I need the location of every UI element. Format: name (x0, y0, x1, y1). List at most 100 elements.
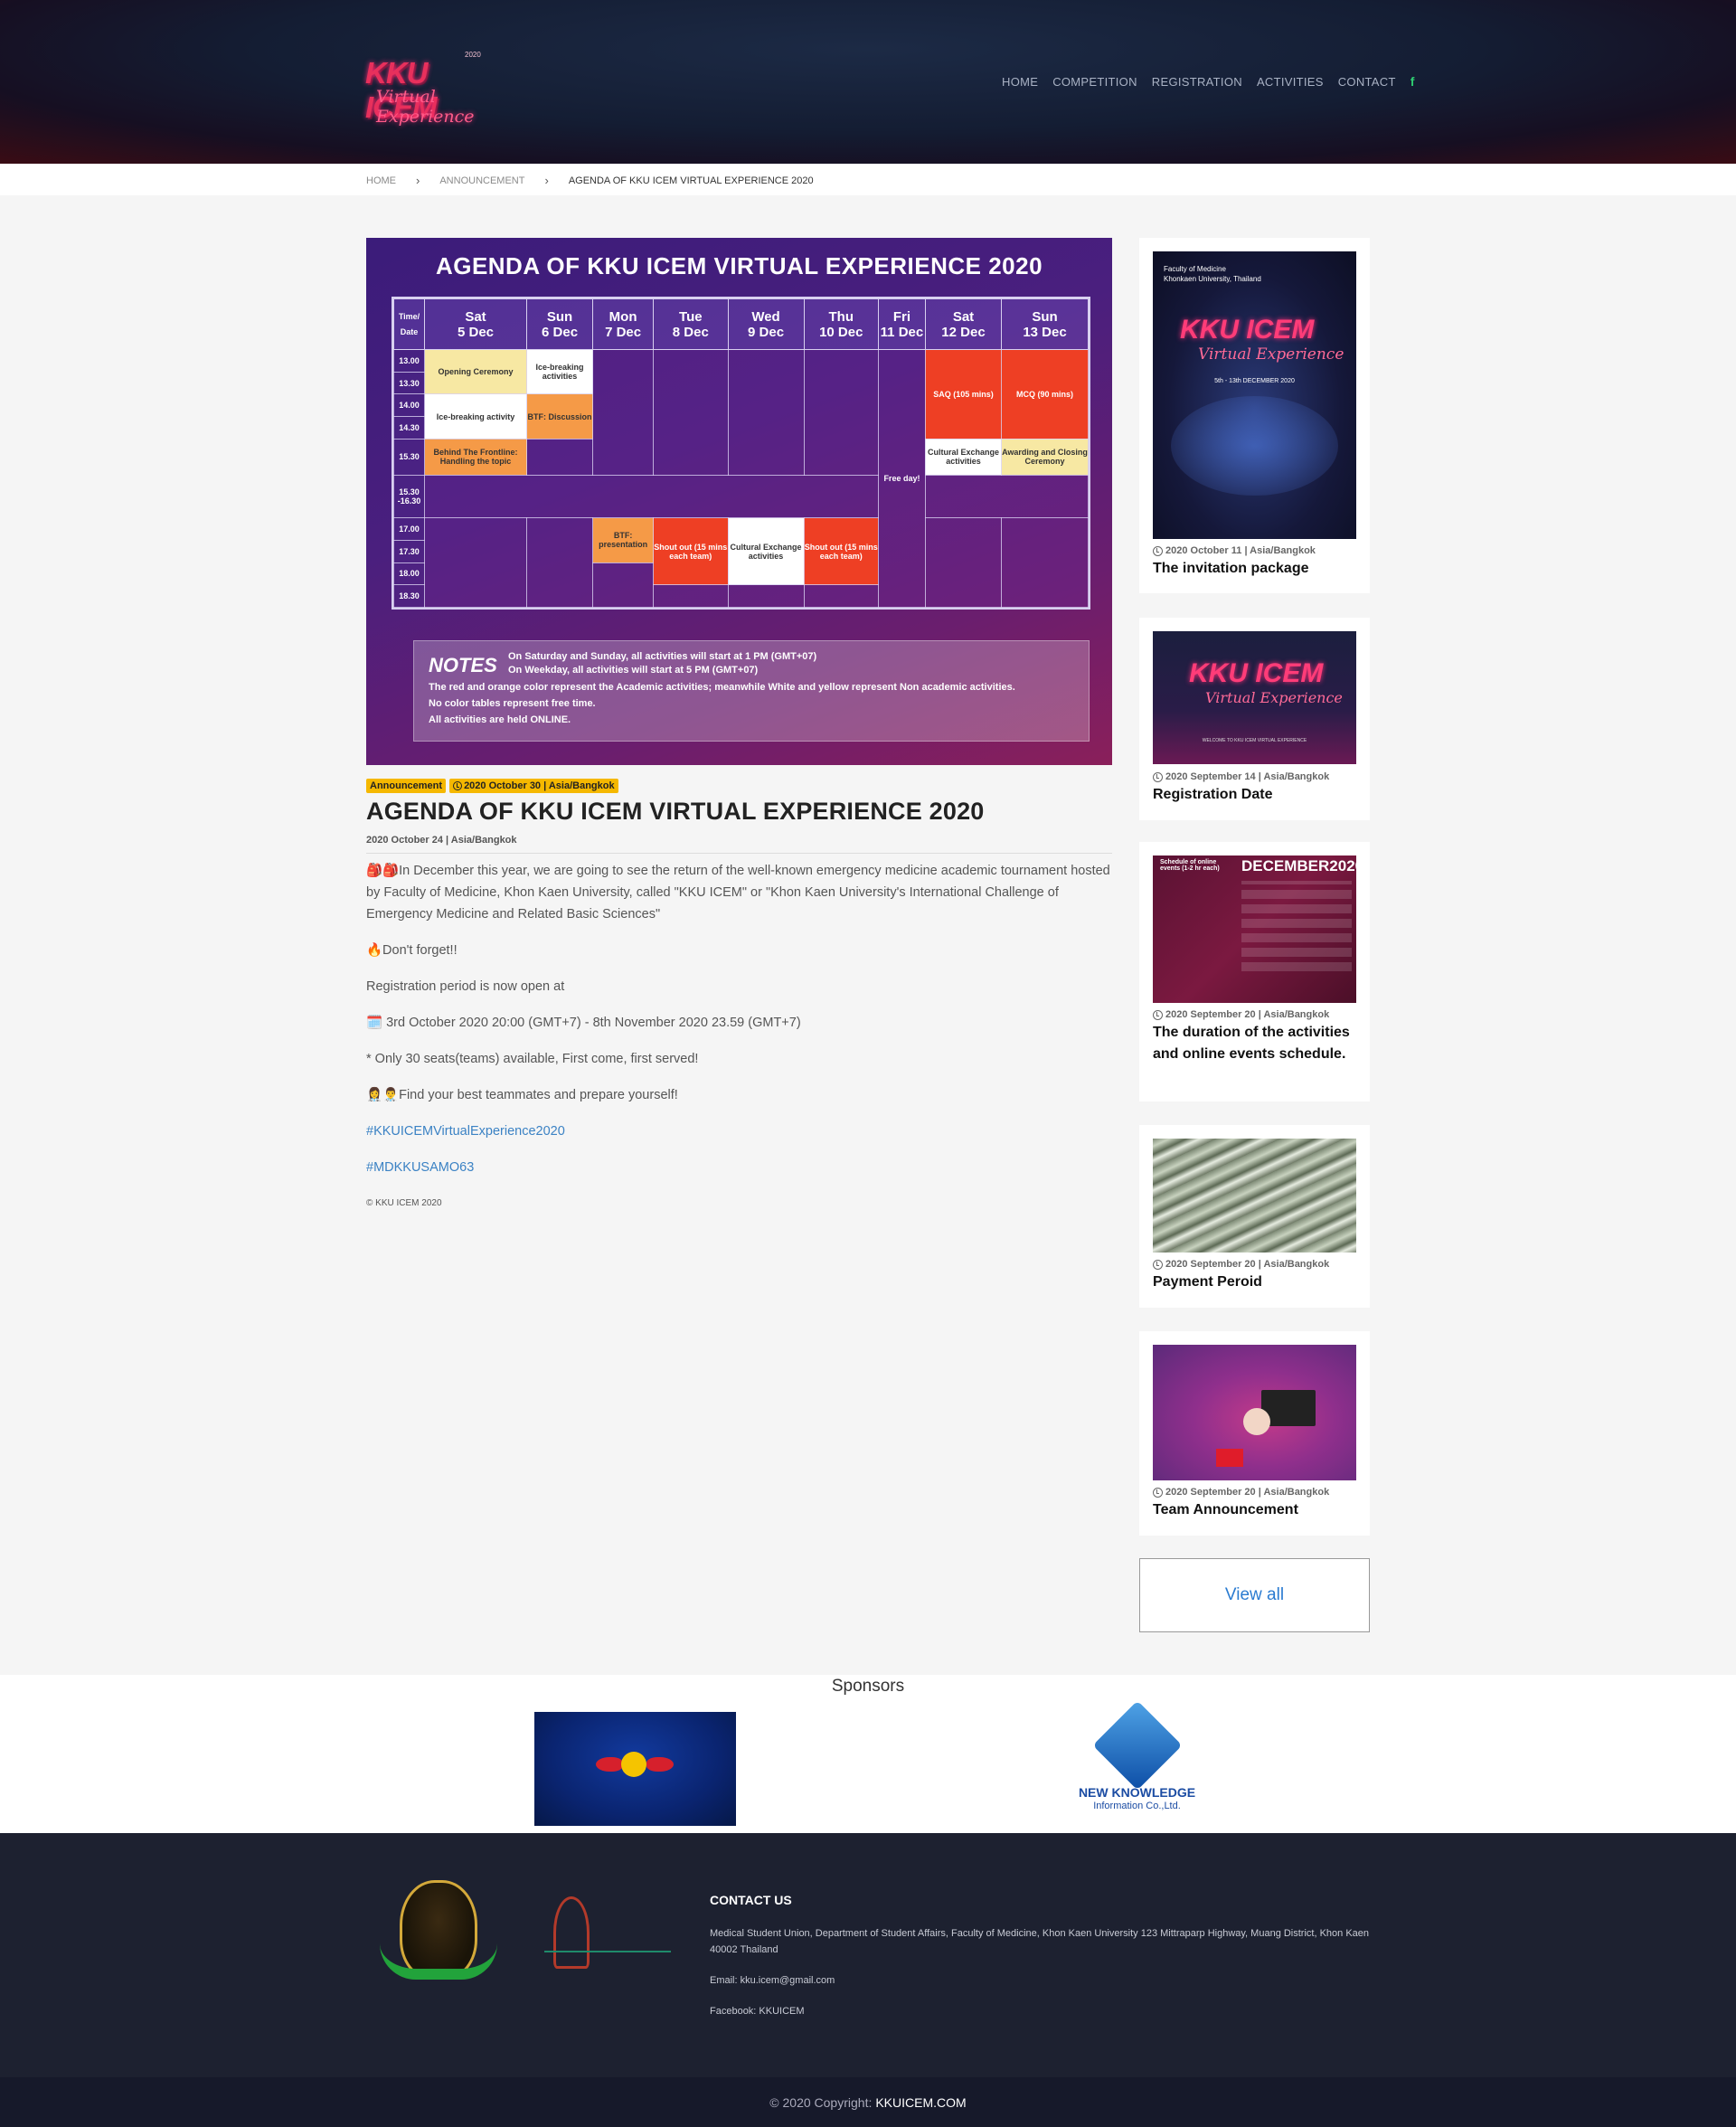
time-date-header: Time/ Date (393, 298, 425, 350)
card-thumbnail[interactable]: KKU ICEM Virtual Experience WELCOME TO K… (1153, 631, 1356, 764)
day-header: Wed 9 Dec (727, 298, 805, 350)
paragraph: Registration period is now open at (366, 979, 565, 994)
nk-sub: Information Co.,Ltd. (1093, 1801, 1181, 1811)
card-title[interactable]: Registration Date (1153, 784, 1361, 806)
logo-subtitle: Virtual Experience (376, 87, 475, 127)
nk-name: NEW KNOWLEDGE (1078, 1785, 1196, 1800)
clock-icon (1153, 1487, 1163, 1498)
card-title[interactable]: Team Announcement (1153, 1499, 1361, 1521)
student-union-logo (544, 1896, 671, 1982)
clock-icon (1153, 771, 1163, 782)
card-title[interactable]: The invitation package (1153, 558, 1361, 580)
article-tags: Announcement 2020 October 30 | Asia/Bang… (366, 779, 618, 793)
thumb-logo: KKU ICEM (1180, 315, 1315, 345)
day-header: Tue 8 Dec (653, 298, 729, 350)
day-header: Fri 11 Dec (877, 298, 926, 350)
thumb-logo-sub: Virtual Experience (1198, 345, 1344, 364)
hashtag-link[interactable]: #MDKKUSAMO63 (366, 1160, 474, 1175)
chevron-right-icon: › (416, 174, 420, 187)
event-opening: Opening Ceremony (424, 348, 527, 395)
contact-title: CONTACT US (710, 1893, 792, 1907)
date-badge: 2020 October 30 | Asia/Bangkok (449, 779, 618, 793)
paragraph: 🗓️ 3rd October 2020 20:00 (GMT+7) - 8th … (366, 1016, 801, 1030)
article-copyright: © KKU ICEM 2020 (366, 1198, 442, 1208)
contact-address: Medical Student Union, Department of Stu… (710, 1928, 1370, 1955)
card-meta: 2020 October 11 | Asia/Bangkok (1153, 545, 1316, 556)
day-header: Sat 12 Dec (924, 298, 1003, 350)
nav-activities[interactable]: ACTIVITIES (1257, 75, 1324, 89)
time-cell: 14.00 (393, 393, 425, 418)
nav-contact[interactable]: CONTACT (1338, 75, 1396, 89)
card-thumbnail[interactable]: Schedule of online events (1-2 hr each) … (1153, 856, 1356, 1003)
thumb-logo: KKU ICEM (1189, 658, 1324, 688)
time-cell: 13.00 (393, 349, 425, 373)
contact-email[interactable]: Email: kku.icem@gmail.com (710, 1972, 1370, 1989)
nav-competition[interactable]: COMPETITION (1052, 75, 1137, 89)
thumb-logo-sub: Virtual Experience (1205, 689, 1343, 706)
time-cell: 14.30 (393, 416, 425, 440)
thumb-month: DECEMBER2020 (1241, 857, 1356, 874)
card-meta: 2020 September 20 | Asia/Bangkok (1153, 1259, 1329, 1270)
card-meta: 2020 September 20 | Asia/Bangkok (1153, 1009, 1329, 1020)
article-body: 🎒🎒In December this year, we are going to… (366, 860, 1112, 1229)
facebook-icon[interactable]: f (1410, 74, 1415, 89)
event-btf-discussion: BTF: Discussion (525, 393, 594, 440)
site-logo[interactable]: 2020 KKU ICEM Virtual Experience (365, 51, 492, 127)
copyright-link[interactable]: KKUICEM.COM (875, 2095, 966, 2110)
sidebar-card[interactable]: 2020 September 20 | Asia/Bangkok Payment… (1139, 1125, 1370, 1308)
breadcrumb-home[interactable]: HOME (366, 175, 396, 186)
event-behind-frontline: Behind The Frontline: Handling the topic (424, 438, 527, 476)
thumb-university: Khonkaen University, Thailand (1164, 275, 1261, 283)
category-badge[interactable]: Announcement (366, 779, 447, 793)
day-header: Sat 5 Dec (424, 298, 527, 350)
redbull-logo[interactable] (534, 1712, 736, 1826)
day-header: Thu 10 Dec (803, 298, 879, 350)
agenda-table: Time/ Date Sat 5 Dec Sun 6 Dec Mon 7 Dec Tu… (392, 297, 1090, 610)
article-date: 2020 October 24 | Asia/Bangkok (366, 835, 517, 846)
paragraph: 🔥Don't forget!! (366, 943, 458, 958)
event-saq: SAQ (105 mins) (924, 349, 1003, 440)
day-header: Mon 7 Dec (592, 298, 655, 350)
sidebar-card[interactable]: KKU ICEM Virtual Experience WELCOME TO K… (1139, 618, 1370, 820)
card-title[interactable]: Payment Peroid (1153, 1271, 1361, 1293)
breadcrumb-announcement[interactable]: ANNOUNCEMENT (439, 175, 524, 186)
hashtag-link[interactable]: #KKUICEMVirtualExperience2020 (366, 1124, 565, 1139)
notes-bottom: The red and orange color represent the A… (429, 682, 1015, 725)
site-header: 2020 KKU ICEM Virtual Experience HOME CO… (0, 0, 1736, 164)
time-cell: 18.30 (393, 584, 425, 608)
card-title[interactable]: The duration of the activities and onlin… (1153, 1022, 1361, 1065)
time-cell: 17.00 (393, 517, 425, 541)
sidebar-card[interactable]: Schedule of online events (1-2 hr each) … (1139, 842, 1370, 1101)
event-cultural-wed: Cultural Exchange activities (727, 517, 805, 586)
contact-facebook[interactable]: Facebook: KKUICEM (710, 2003, 1370, 2019)
clock-icon (1153, 1259, 1163, 1270)
card-thumbnail[interactable]: Faculty of Medicine Khonkaen University,… (1153, 251, 1356, 539)
thumb-dates: 5th - 13th DECEMBER 2020 (1214, 378, 1295, 384)
card-thumbnail[interactable] (1153, 1345, 1356, 1480)
event-mcq: MCQ (90 mins) (1001, 349, 1089, 440)
main-nav: HOME COMPETITION REGISTRATION ACTIVITIES… (1002, 74, 1415, 89)
thumb-faculty: Faculty of Medicine (1164, 265, 1226, 273)
time-cell: 15.30 (393, 438, 425, 476)
clock-icon (1153, 1009, 1163, 1020)
nav-registration[interactable]: REGISTRATION (1152, 75, 1242, 89)
article-title: AGENDA OF KKU ICEM VIRTUAL EXPERIENCE 20… (366, 798, 985, 825)
sidebar-card[interactable]: 2020 September 20 | Asia/Bangkok Team An… (1139, 1331, 1370, 1536)
nav-home[interactable]: HOME (1002, 75, 1038, 89)
card-meta: 2020 September 20 | Asia/Bangkok (1153, 1487, 1329, 1498)
event-free-day: Free day! (877, 349, 926, 608)
view-all-button[interactable]: View all (1139, 1558, 1370, 1632)
time-cell: 15.30 -16.30 (393, 474, 425, 519)
agenda-image: AGENDA OF KKU ICEM VIRTUAL EXPERIENCE 20… (366, 238, 1112, 765)
new-knowledge-logo[interactable]: NEW KNOWLEDGE Information Co.,Ltd. (1071, 1700, 1203, 1827)
card-thumbnail[interactable] (1153, 1139, 1356, 1253)
paragraph: 🎒🎒In December this year, we are going to… (366, 864, 1110, 922)
sidebar-card[interactable]: Faculty of Medicine Khonkaen University,… (1139, 238, 1370, 593)
copyright-text: © 2020 Copyright: (769, 2094, 873, 2110)
card-meta: 2020 September 14 | Asia/Bangkok (1153, 771, 1329, 782)
sponsors-title: Sponsors (831, 1677, 905, 1696)
site-footer: CONTACT US Medical Student Union, Depart… (0, 1833, 1736, 2077)
clock-icon (453, 781, 463, 790)
breadcrumb-current: AGENDA OF KKU ICEM VIRTUAL EXPERIENCE 20… (568, 175, 814, 186)
copyright-bar: © 2020 Copyright: KKUICEM.COM (0, 2077, 1736, 2127)
